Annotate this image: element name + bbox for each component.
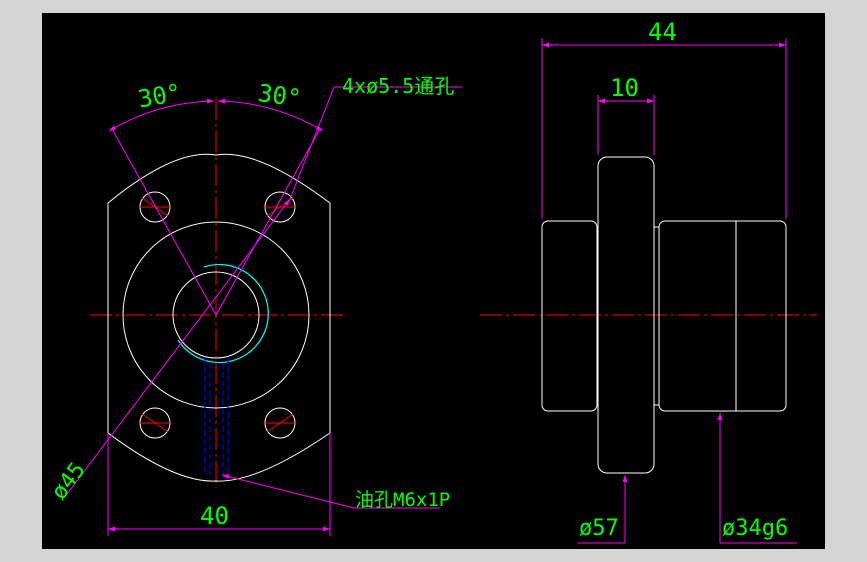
- oil-hole-label: 油孔M6x1P: [355, 489, 450, 511]
- flange-thickness-label: 10: [610, 74, 639, 102]
- angle-left-label: 30°: [136, 78, 184, 113]
- bolt-hole-bottom-right: [264, 407, 296, 439]
- overall-length-label: 44: [648, 18, 677, 46]
- flange-diameter-label: ø57: [579, 516, 619, 541]
- left-body-section: [541, 220, 598, 412]
- width-label: 40: [200, 502, 229, 530]
- side-view: 44 10 ø57 ø34g6: [480, 18, 817, 544]
- pcd-leader: [63, 198, 291, 499]
- cad-viewport[interactable]: 30° 30° 4xø5.5通孔 ø45 40 油孔M6x1P 44 10 ø5…: [42, 13, 825, 549]
- right-body-section: [658, 220, 787, 412]
- front-view: 30° 30° 4xø5.5通孔 ø45 40 油孔M6x1P: [47, 74, 462, 536]
- bolt-holes-label: 4xø5.5通孔: [342, 74, 454, 98]
- body-diameter-label: ø34g6: [722, 516, 788, 541]
- bolt-hole-top-left: [139, 191, 171, 223]
- pcd-label: ø45: [47, 458, 91, 505]
- technical-drawing: 30° 30° 4xø5.5通孔 ø45 40 油孔M6x1P 44 10 ø5…: [47, 18, 817, 544]
- angle-right-label: 30°: [256, 79, 303, 113]
- bolt-hole-bottom-left: [139, 407, 171, 439]
- flange-outline: [107, 153, 331, 482]
- oil-hole-leader: [221, 474, 355, 509]
